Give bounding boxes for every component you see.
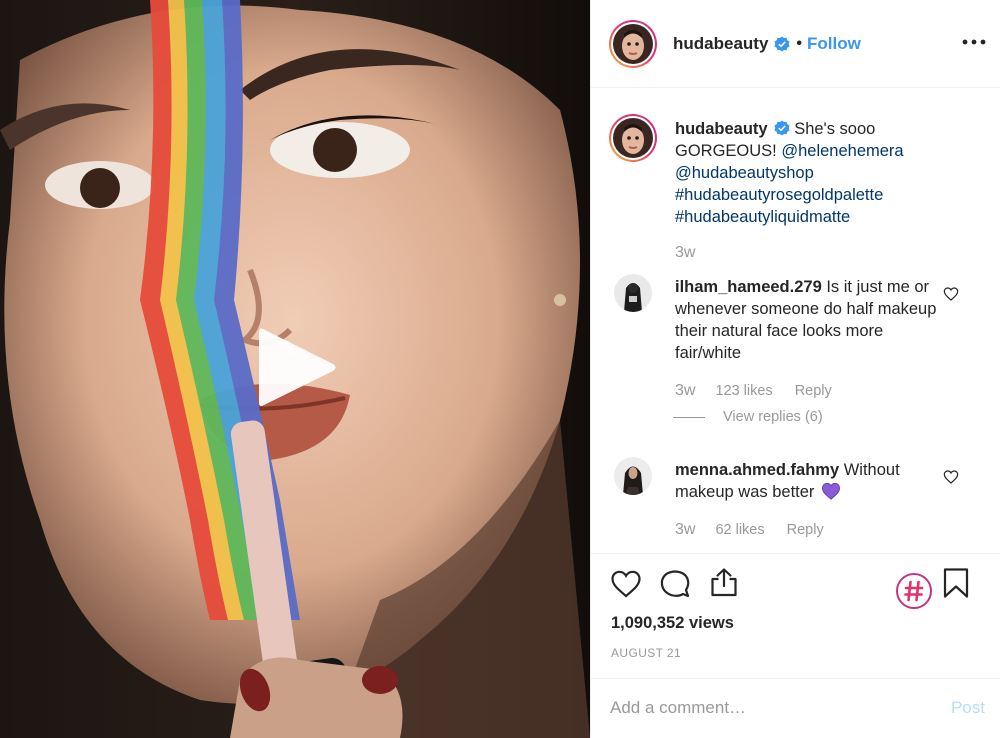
avatar-image xyxy=(613,118,653,158)
author-avatar[interactable] xyxy=(609,19,657,68)
comment-timestamp[interactable]: 3w xyxy=(675,521,695,539)
mention-link[interactable]: @helenehemera xyxy=(781,142,903,160)
bookmark-icon[interactable] xyxy=(942,567,970,599)
more-options-icon[interactable] xyxy=(961,32,987,52)
reply-button[interactable]: Reply xyxy=(795,383,832,399)
avatar-image xyxy=(613,23,653,64)
comments-list[interactable]: hudabeauty She's sooo GORGEOUS! @heleneh… xyxy=(591,89,1000,553)
comment-text: menna.ahmed.fahmy Without makeup was bet… xyxy=(675,459,945,503)
comment-likes[interactable]: 62 likes xyxy=(715,522,764,538)
hashtag-link[interactable]: #hudabeautyrosegoldpalette xyxy=(675,186,883,204)
replies-divider xyxy=(673,416,705,418)
view-replies-label: View replies (6) xyxy=(723,409,823,425)
verified-badge-icon xyxy=(774,36,790,51)
caption-text: hudabeauty She's sooo GORGEOUS! @heleneh… xyxy=(675,118,975,228)
separator-dot: • xyxy=(796,34,803,52)
comment-meta: 3w 123 likes Reply xyxy=(675,382,832,400)
caption-username[interactable]: hudabeauty xyxy=(675,120,768,138)
hashtag-link[interactable]: #hudabeautyliquidmatte xyxy=(675,208,850,226)
comment-timestamp[interactable]: 3w xyxy=(675,382,695,400)
caption-timestamp[interactable]: 3w xyxy=(675,244,695,262)
comment-meta: 3w 62 likes Reply xyxy=(675,521,824,539)
share-icon[interactable] xyxy=(708,566,740,598)
reply-button[interactable]: Reply xyxy=(787,522,824,538)
commenter-avatar[interactable] xyxy=(614,274,652,312)
comment-like-heart-icon[interactable] xyxy=(943,469,959,485)
post-video[interactable] xyxy=(0,0,590,738)
play-icon[interactable] xyxy=(255,325,340,410)
post-side-panel: hudabeauty • Follow hudabeauty She's soo… xyxy=(590,0,1000,738)
post-comment-button[interactable]: Post xyxy=(951,698,985,718)
comment-text: ilham_hameed.279 Is it just me or whenev… xyxy=(675,276,945,364)
comment-input[interactable] xyxy=(610,695,930,721)
purple-heart-icon xyxy=(821,482,841,500)
hashtag-icon[interactable] xyxy=(895,572,933,610)
comment-username[interactable]: ilham_hameed.279 xyxy=(675,278,822,296)
caption-author-avatar[interactable] xyxy=(609,114,657,162)
post-header: hudabeauty • Follow xyxy=(591,0,1000,88)
heart-icon[interactable] xyxy=(610,568,642,600)
verified-badge-icon xyxy=(774,120,790,136)
comment-likes[interactable]: 123 likes xyxy=(715,383,772,399)
post-date[interactable]: AUGUST 21 xyxy=(611,646,681,660)
view-replies-button[interactable]: View replies (6) xyxy=(673,409,823,425)
add-comment-bar: Post xyxy=(591,678,1000,738)
instagram-post-modal: hudabeauty • Follow hudabeauty She's soo… xyxy=(0,0,1000,738)
mention-link[interactable]: @hudabeautyshop xyxy=(675,164,814,182)
post-actions: 1,090,352 views AUGUST 21 xyxy=(591,553,1000,691)
comment-icon[interactable] xyxy=(659,568,691,600)
comment-username[interactable]: menna.ahmed.fahmy xyxy=(675,461,839,479)
commenter-avatar[interactable] xyxy=(614,457,652,495)
follow-button[interactable]: Follow xyxy=(807,34,861,54)
view-count[interactable]: 1,090,352 views xyxy=(611,614,734,633)
author-username[interactable]: hudabeauty xyxy=(673,34,768,54)
comment-like-heart-icon[interactable] xyxy=(943,286,959,302)
